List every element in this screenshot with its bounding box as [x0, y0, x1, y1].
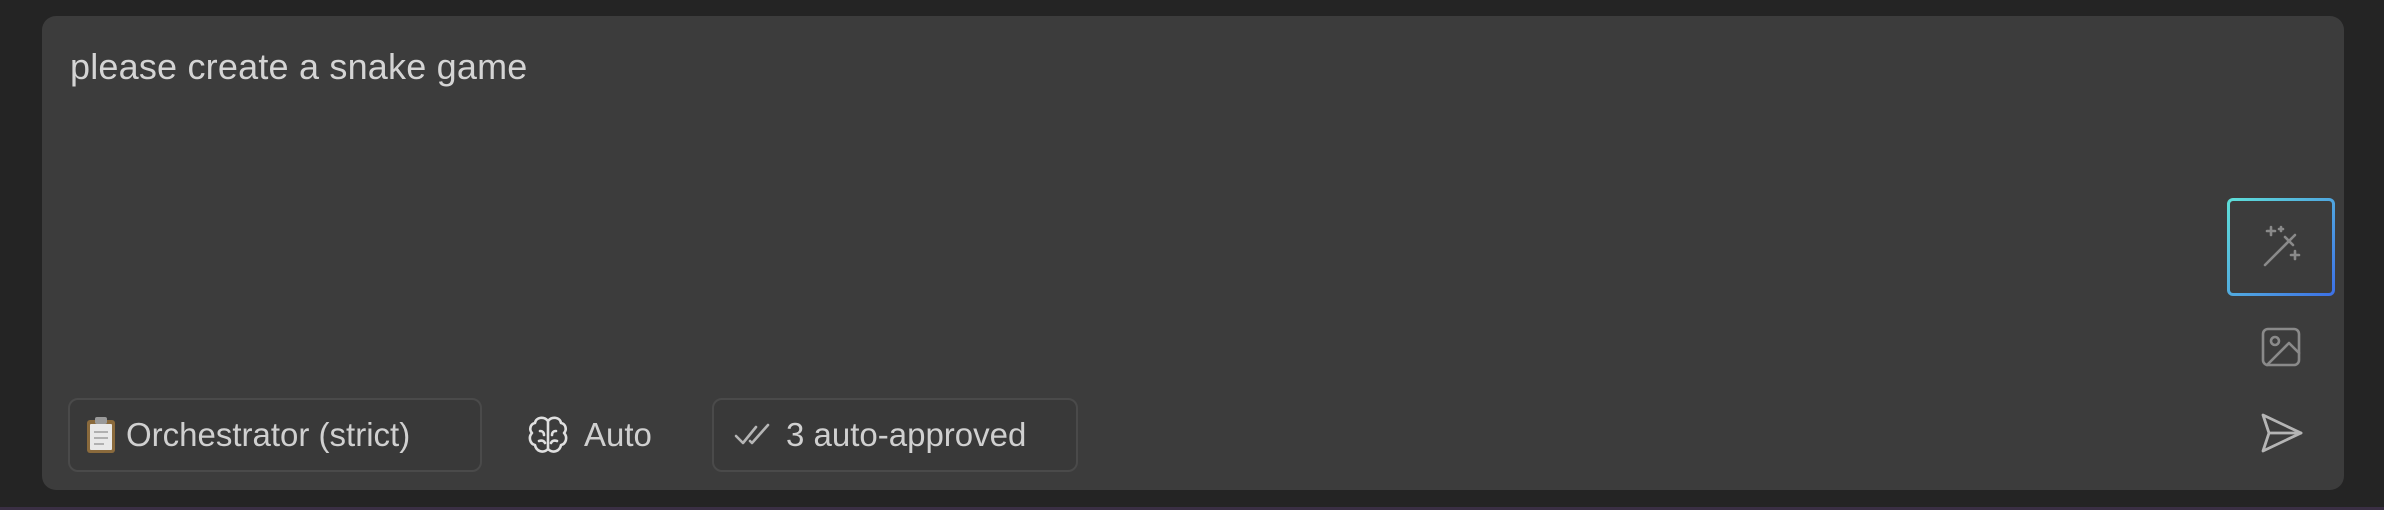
model-selector[interactable]: Auto: [526, 402, 652, 468]
chat-frame: please create a snake game Orchestrator …: [0, 0, 2384, 510]
brain-icon: [526, 413, 570, 457]
send-button[interactable]: [2246, 398, 2316, 468]
double-check-icon: [734, 421, 772, 449]
enhance-prompt-button[interactable]: [2227, 198, 2335, 296]
mode-selector[interactable]: Orchestrator (strict): [68, 398, 482, 472]
model-label: Auto: [584, 416, 652, 453]
magic-wand-icon: [2257, 223, 2305, 271]
chat-composer[interactable]: please create a snake game Orchestrator …: [42, 16, 2344, 490]
auto-approve-label: 3 auto-approved: [786, 416, 1027, 453]
mode-label: Orchestrator (strict): [126, 416, 411, 453]
auto-approve-selector[interactable]: 3 auto-approved: [712, 398, 1078, 472]
prompt-input[interactable]: please create a snake game: [70, 46, 528, 88]
attach-image-button[interactable]: [2246, 312, 2316, 382]
image-icon: [2259, 325, 2303, 369]
clipboard-icon: [86, 416, 116, 454]
send-icon: [2257, 409, 2305, 457]
